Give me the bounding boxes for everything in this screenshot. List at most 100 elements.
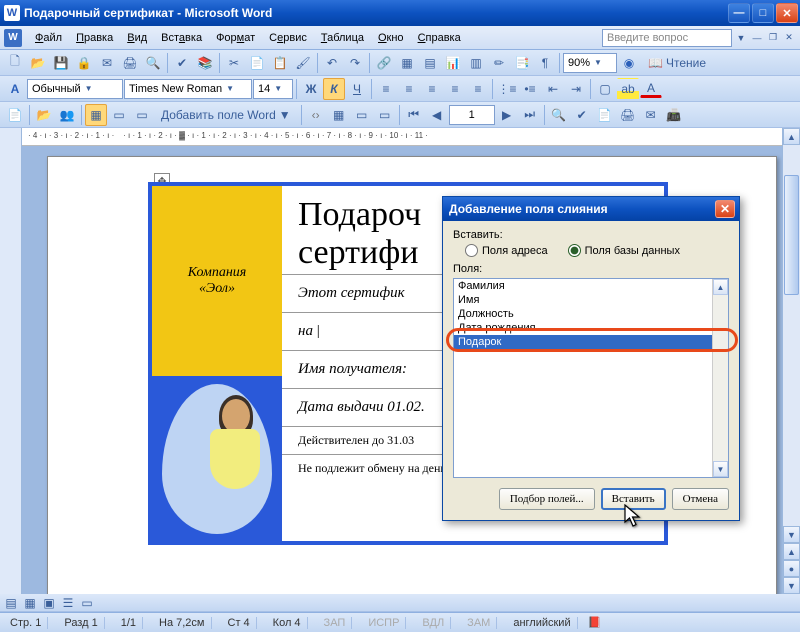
match-fields-icon[interactable]: ▭ bbox=[351, 104, 373, 126]
maximize-button[interactable]: □ bbox=[752, 3, 774, 23]
highlight-icon[interactable]: ab bbox=[617, 78, 639, 100]
menu-tools[interactable]: Сервис bbox=[262, 30, 314, 46]
line-spacing-icon[interactable]: ≡ bbox=[467, 78, 489, 100]
hyperlink-icon[interactable]: 🔗 bbox=[373, 52, 395, 74]
undo-icon[interactable]: ↶ bbox=[321, 52, 343, 74]
radio-database-fields[interactable]: Поля базы данных bbox=[568, 244, 680, 257]
menu-view[interactable]: Вид bbox=[120, 30, 154, 46]
menu-help[interactable]: Справка bbox=[411, 30, 468, 46]
highlight-fields-icon[interactable]: ▦ bbox=[328, 104, 350, 126]
align-center-icon[interactable]: ≡ bbox=[398, 78, 420, 100]
cancel-button[interactable]: Отмена bbox=[672, 488, 729, 510]
columns-icon[interactable]: ▥ bbox=[465, 52, 487, 74]
merge-printer-icon[interactable]: 🖨 bbox=[617, 104, 639, 126]
insert-button[interactable]: Вставить bbox=[601, 488, 666, 510]
listbox-scroll-up-icon[interactable]: ▲ bbox=[713, 279, 728, 295]
increase-indent-icon[interactable]: ⇥ bbox=[565, 78, 587, 100]
propagate-labels-icon[interactable]: ▭ bbox=[374, 104, 396, 126]
print-preview-icon[interactable]: 🔍 bbox=[142, 52, 164, 74]
menu-file[interactable]: Фdocument.currentScript.previousElementS… bbox=[28, 30, 69, 46]
scroll-down-icon[interactable]: ▼ bbox=[783, 526, 800, 543]
scroll-up-icon[interactable]: ▲ bbox=[783, 128, 800, 145]
docmap-icon[interactable]: 📑 bbox=[511, 52, 533, 74]
insert-word-field-button[interactable]: Добавить поле Word ▼ bbox=[154, 104, 298, 126]
redo-icon[interactable]: ↷ bbox=[344, 52, 366, 74]
menu-insert[interactable]: Вставка bbox=[154, 30, 209, 46]
styles-pane-icon[interactable]: A bbox=[4, 78, 26, 100]
web-view-icon[interactable]: ▦ bbox=[21, 595, 39, 611]
browse-prev-icon[interactable]: ▲ bbox=[783, 543, 800, 560]
help-icon[interactable]: ◉ bbox=[618, 52, 640, 74]
research-icon[interactable]: 📚 bbox=[194, 52, 216, 74]
browse-object-icon[interactable]: ● bbox=[783, 560, 800, 577]
next-record-icon[interactable]: ▶ bbox=[496, 104, 518, 126]
insert-address-block-icon[interactable]: ▭ bbox=[108, 104, 130, 126]
style-combo[interactable]: Обычный▼ bbox=[27, 79, 123, 99]
record-number-box[interactable]: 1 bbox=[449, 105, 495, 125]
browse-next-icon[interactable]: ▼ bbox=[783, 577, 800, 594]
main-doc-setup-icon[interactable]: 📄 bbox=[4, 104, 26, 126]
align-justify-icon[interactable]: ≡ bbox=[444, 78, 466, 100]
vertical-scrollbar[interactable]: ▲ ▼ ▲ ● ▼ bbox=[782, 128, 800, 594]
ask-dropdown-icon[interactable]: ▼ bbox=[734, 31, 748, 45]
field-item[interactable]: Имя bbox=[454, 293, 728, 307]
excel-icon[interactable]: 📊 bbox=[442, 52, 464, 74]
tables-borders-icon[interactable]: ▦ bbox=[396, 52, 418, 74]
permission-icon[interactable]: 🔒 bbox=[73, 52, 95, 74]
check-errors-icon[interactable]: ✔ bbox=[571, 104, 593, 126]
prev-record-icon[interactable]: ◀ bbox=[426, 104, 448, 126]
merge-email-icon[interactable]: ✉ bbox=[640, 104, 662, 126]
mdi-minimize-icon[interactable]: — bbox=[750, 31, 764, 45]
cut-icon[interactable]: ✂ bbox=[223, 52, 245, 74]
dialog-close-button[interactable]: ✕ bbox=[715, 200, 735, 218]
bold-icon[interactable]: Ж bbox=[300, 78, 322, 100]
copy-icon[interactable]: 📄 bbox=[246, 52, 268, 74]
dialog-titlebar[interactable]: Добавление поля слияния ✕ bbox=[443, 197, 739, 221]
font-color-icon[interactable]: A bbox=[640, 79, 662, 98]
underline-icon[interactable]: Ч bbox=[346, 78, 368, 100]
horizontal-ruler[interactable]: · 4 · ı · 3 · ı · 2 · ı · 1 · ı · · ı · … bbox=[22, 128, 782, 146]
first-record-icon[interactable]: ⏮ bbox=[403, 104, 425, 126]
align-left-icon[interactable]: ≡ bbox=[375, 78, 397, 100]
open-icon[interactable]: 📂 bbox=[27, 52, 49, 74]
save-icon[interactable]: 💾 bbox=[50, 52, 72, 74]
radio-address-fields[interactable]: Поля адреса bbox=[465, 244, 548, 257]
outline-view-icon[interactable]: ☰ bbox=[59, 595, 77, 611]
listbox-scroll-down-icon[interactable]: ▼ bbox=[713, 461, 728, 477]
last-record-icon[interactable]: ⏭ bbox=[519, 104, 541, 126]
status-book-icon[interactable]: 📕 bbox=[588, 616, 602, 629]
show-marks-icon[interactable]: ¶ bbox=[534, 52, 556, 74]
field-item[interactable]: Фамилия bbox=[454, 279, 728, 293]
italic-icon[interactable]: К bbox=[323, 78, 345, 100]
spellcheck-icon[interactable]: ✔ bbox=[171, 52, 193, 74]
insert-merge-field-icon[interactable]: ▦ bbox=[85, 104, 107, 126]
recipients-icon[interactable]: 👥 bbox=[56, 104, 78, 126]
align-right-icon[interactable]: ≡ bbox=[421, 78, 443, 100]
field-item[interactable]: Должность bbox=[454, 307, 728, 321]
fontsize-combo[interactable]: 14▼ bbox=[253, 79, 293, 99]
menu-table[interactable]: Таблица bbox=[314, 30, 371, 46]
listbox-scrollbar[interactable]: ▲ ▼ bbox=[712, 279, 728, 477]
scroll-thumb[interactable] bbox=[784, 175, 799, 295]
close-button[interactable]: ✕ bbox=[776, 3, 798, 23]
ask-question-box[interactable]: Введите вопрос bbox=[602, 29, 732, 47]
print-view-icon[interactable]: ▣ bbox=[40, 595, 58, 611]
find-entry-icon[interactable]: 🔍 bbox=[548, 104, 570, 126]
borders-icon[interactable]: ▢ bbox=[594, 78, 616, 100]
numbering-icon[interactable]: ⋮≡ bbox=[496, 78, 518, 100]
reading-view-icon[interactable]: ▭ bbox=[78, 595, 96, 611]
font-combo[interactable]: Times New Roman▼ bbox=[124, 79, 252, 99]
format-painter-icon[interactable]: 🖌 bbox=[292, 52, 314, 74]
merge-new-doc-icon[interactable]: 📄 bbox=[594, 104, 616, 126]
minimize-button[interactable]: — bbox=[728, 3, 750, 23]
paste-icon[interactable]: 📋 bbox=[269, 52, 291, 74]
word-doc-icon[interactable]: W bbox=[4, 29, 22, 47]
drawing-icon[interactable]: ✏ bbox=[488, 52, 510, 74]
print-icon[interactable]: 🖨 bbox=[119, 52, 141, 74]
field-item[interactable]: Дата рождения bbox=[454, 321, 728, 335]
zoom-combo[interactable]: 90%▼ bbox=[563, 53, 617, 73]
bullets-icon[interactable]: •≡ bbox=[519, 78, 541, 100]
field-item[interactable]: Подарок bbox=[454, 335, 728, 349]
menu-format[interactable]: Формат bbox=[209, 30, 262, 46]
menu-edit[interactable]: Правка bbox=[69, 30, 120, 46]
